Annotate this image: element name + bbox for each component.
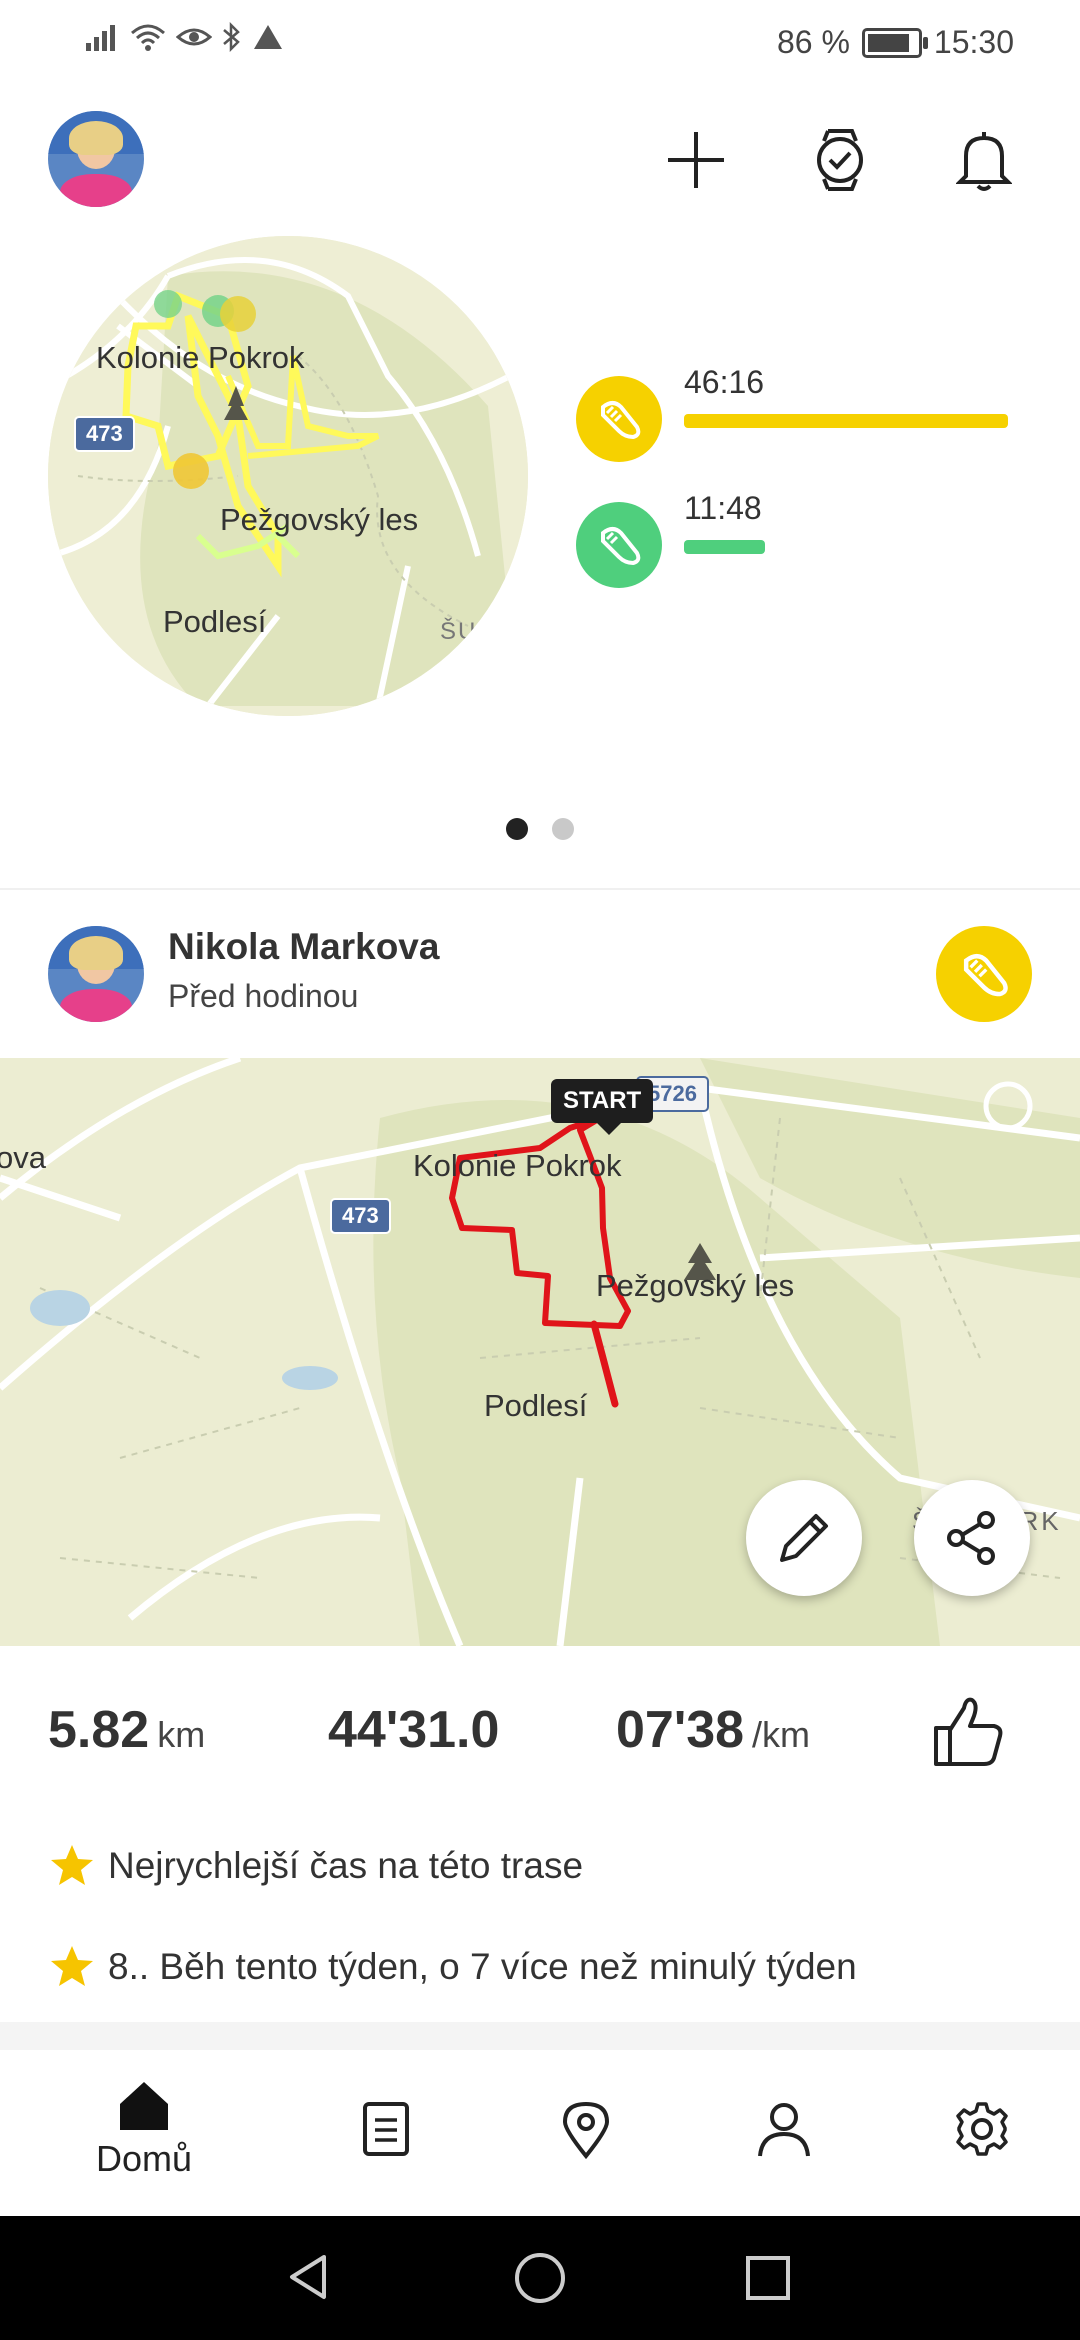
duration-metric: 44'31.0 — [328, 1700, 499, 1760]
activity-summary-walking — [576, 502, 662, 588]
profile-icon — [758, 2103, 810, 2157]
eye-icon — [176, 28, 212, 46]
road-number-badge: 473 — [74, 416, 135, 452]
share-icon — [947, 1511, 995, 1565]
feed-avatar-body — [59, 989, 133, 1022]
watch-icon — [817, 129, 863, 191]
status-right: 86 % 15:30 — [777, 24, 1014, 61]
duration-value: 44'31.0 — [328, 1701, 500, 1759]
summary-heatmap[interactable]: Kolonie Pokrok Pežgovský les Podlesí ŠU … — [48, 236, 528, 716]
pager-dot-2[interactable] — [552, 818, 574, 840]
activity-time-walking: 11:48 — [684, 490, 762, 526]
system-navigation-bar — [0, 2216, 1080, 2340]
avatar-body — [59, 174, 133, 207]
activity-bar-walking — [684, 540, 765, 554]
route-map-label-kolonie: Kolonie Pokrok — [413, 1148, 622, 1183]
home-circle-icon[interactable] — [513, 2251, 567, 2305]
distance-metric: 5.82 km — [48, 1700, 205, 1760]
route-road-badge-473: 473 — [330, 1198, 391, 1234]
route-map-label-podlesi: Podlesí — [484, 1388, 588, 1423]
map-pin-icon — [562, 2101, 610, 2160]
activity-summary[interactable]: 46:16 11:48 — [556, 236, 1032, 736]
star-icon — [51, 1845, 93, 1885]
map-label-su: ŠU — [440, 618, 478, 645]
distance-value: 5.82 — [48, 1701, 150, 1759]
nav-profile[interactable] — [714, 2100, 854, 2158]
bottom-navigation: Domů — [0, 2050, 1080, 2216]
recents-icon[interactable] — [744, 2254, 792, 2302]
feed-separator — [0, 2022, 1080, 2050]
home-icon — [120, 2082, 168, 2130]
activity-metrics: 5.82 km 44'31.0 07'38/km — [0, 1700, 1080, 1770]
section-divider — [0, 888, 1080, 890]
signal-icon — [86, 25, 115, 51]
add-button[interactable] — [656, 120, 736, 200]
running-shoe-icon — [601, 401, 641, 440]
diary-icon — [363, 2102, 409, 2156]
map-label-kolonie: Kolonie Pokrok — [96, 340, 305, 375]
battery-fill — [867, 33, 909, 52]
edit-button[interactable] — [746, 1480, 862, 1596]
status-icons — [86, 22, 284, 52]
activity-icon-running — [576, 376, 662, 462]
notifications-button[interactable] — [944, 120, 1024, 200]
nav-home[interactable]: Domů — [74, 2078, 214, 2180]
star-icon — [51, 1946, 93, 1986]
clock: 15:30 — [933, 24, 1014, 60]
bell-icon — [956, 132, 1012, 191]
route-map-label-ova: ova — [0, 1140, 46, 1175]
activity-icon-walking — [576, 502, 662, 588]
thumbs-up-icon — [934, 1697, 1003, 1766]
avatar-hair — [69, 120, 123, 156]
start-marker: START — [551, 1079, 654, 1135]
feed-avatar[interactable] — [48, 926, 144, 1022]
status-bar: 86 % 15:30 — [0, 0, 1080, 90]
walking-shoe-icon — [601, 527, 641, 566]
map-label-pezgovsky: Pežgovský les — [220, 502, 419, 537]
achievement-text: Nejrychlejší čas na této trase — [108, 1845, 584, 1886]
distance-unit: km — [157, 1714, 206, 1755]
nav-map[interactable] — [516, 2100, 656, 2160]
settings-gear-icon — [956, 2102, 1008, 2156]
battery-icon — [861, 27, 928, 58]
feed-time-ago: Před hodinou — [168, 978, 359, 1014]
pager-dots[interactable] — [0, 818, 1080, 840]
achievement-text: 8.. Běh tento týden, o 7 více než minulý… — [108, 1946, 857, 1987]
battery-percent: 86 % — [776, 24, 850, 60]
back-icon[interactable] — [284, 2252, 334, 2302]
activity-type-badge — [936, 926, 1032, 1022]
pencil-icon — [780, 1514, 828, 1562]
pace-unit: /km — [752, 1714, 811, 1755]
feed-avatar-hair — [69, 935, 123, 971]
pace-metric: 07'38/km — [616, 1700, 810, 1760]
watch-sync-button[interactable] — [800, 120, 880, 200]
avatar[interactable] — [48, 111, 144, 207]
running-shoe-icon — [963, 953, 1008, 997]
nav-settings[interactable] — [912, 2100, 1052, 2158]
activity-bar-running — [684, 414, 1008, 428]
nav-diary[interactable] — [316, 2100, 456, 2158]
route-map-label-pezgovsky: Pežgovský les — [596, 1268, 795, 1303]
feed-user-name[interactable]: Nikola Markova — [168, 926, 439, 968]
alert-triangle-icon — [254, 25, 282, 49]
pace-value: 07'38 — [616, 1701, 745, 1759]
map-label-podlesi: Podlesí — [163, 604, 267, 639]
like-button[interactable] — [928, 1692, 1008, 1772]
activity-time-running: 46:16 — [684, 364, 765, 400]
nav-home-label: Domů — [95, 2138, 193, 2179]
achievement-fastest: Nejrychlejší čas na této trase — [48, 1842, 583, 1890]
pager-dot-1[interactable] — [506, 818, 528, 840]
plus-icon — [668, 132, 724, 188]
share-button[interactable] — [914, 1480, 1030, 1596]
activity-summary-running — [576, 376, 662, 462]
achievement-weekly: 8.. Běh tento týden, o 7 více než minulý… — [48, 1943, 857, 1991]
bluetooth-icon — [223, 22, 240, 52]
wifi-icon — [131, 24, 165, 51]
